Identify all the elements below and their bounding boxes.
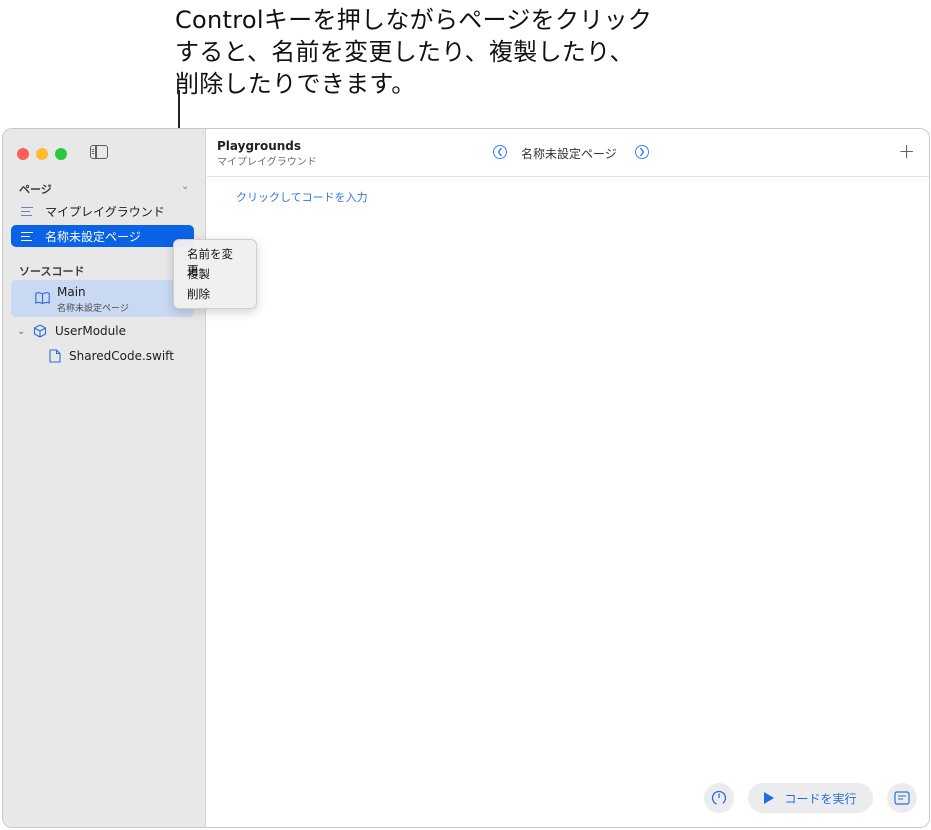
module-label: UserModule [55, 324, 126, 338]
sidebar-item-label: マイプレイグラウンド [45, 204, 165, 219]
cube-icon [33, 324, 47, 338]
app-title: Playgrounds [217, 139, 302, 153]
document-icon [49, 349, 61, 363]
file-label: SharedCode.swift [69, 349, 174, 363]
current-page-name: 名称未設定ページ [521, 147, 617, 161]
minimize-window-button[interactable] [36, 148, 48, 160]
sidebar-item-main[interactable]: Main 名称未設定ページ [11, 280, 194, 317]
chevron-right-circle-icon[interactable]: ❯ [635, 145, 649, 159]
sidebar-toggle-icon[interactable] [90, 145, 108, 159]
close-window-button[interactable] [17, 148, 29, 160]
text-lines-icon [15, 231, 39, 241]
main-item-title: Main [57, 285, 86, 299]
callout-line-3: 削除したりできます。 [175, 70, 416, 98]
chevron-down-icon[interactable]: ⌄ [181, 181, 189, 192]
pages-section-header: ページ [19, 183, 52, 196]
bottom-bar: コードを実行 [207, 767, 929, 827]
source-section-header: ソースコード [19, 265, 85, 278]
sidebar-item-page-untitled[interactable]: 名称未設定ページ [11, 225, 194, 247]
sidebar-item-usermodule[interactable]: ⌄ UserModule [17, 324, 126, 338]
screenshot: Controlキーを押しながらページをクリック すると、名前を変更したり、複製し… [0, 0, 931, 830]
sidebar-item-label: 名称未設定ページ [45, 229, 141, 244]
run-speed-button[interactable] [704, 783, 734, 813]
toolbar: Playgrounds マイプレイグラウンド ❮ 名称未設定ページ ❯ + [207, 129, 929, 177]
callout-line-1: Controlキーを押しながらページをクリック [175, 6, 653, 34]
callout-line-2: すると、名前を変更したり、複製したり、 [175, 38, 634, 66]
console-icon [894, 791, 910, 805]
sidebar-item-sharedcode[interactable]: SharedCode.swift [49, 349, 174, 363]
run-code-button[interactable]: コードを実行 [748, 783, 873, 813]
plus-icon[interactable]: + [898, 139, 915, 163]
playgrounds-window: ページ ⌄ マイプレイグラウンド 名称未設定ページ ソースコード Main 名称… [2, 128, 930, 828]
context-menu-rename[interactable]: 名前を変更 [174, 244, 256, 277]
context-menu-delete[interactable]: 削除 [174, 284, 256, 304]
sidebar-item-page-my-playground[interactable]: マイプレイグラウンド [11, 200, 194, 222]
zoom-window-button[interactable] [55, 148, 67, 160]
chevron-left-circle-icon[interactable]: ❮ [493, 145, 507, 159]
context-menu: 名前を変更 複製 削除 [173, 239, 257, 309]
text-lines-icon [15, 206, 39, 216]
play-icon [764, 792, 775, 804]
playground-subtitle: マイプレイグラウンド [217, 157, 317, 168]
gauge-icon [711, 790, 727, 806]
editor-pane: Playgrounds マイプレイグラウンド ❮ 名称未設定ページ ❯ + クリ… [207, 129, 929, 827]
callout-text: Controlキーを押しながらページをクリック すると、名前を変更したり、複製し… [175, 4, 735, 100]
console-button[interactable] [887, 783, 917, 813]
sidebar: ページ ⌄ マイプレイグラウンド 名称未設定ページ ソースコード Main 名称… [3, 129, 206, 827]
disclosure-chevron-icon[interactable]: ⌄ [17, 326, 33, 337]
run-code-label: コードを実行 [784, 791, 857, 806]
context-menu-duplicate[interactable]: 複製 [174, 264, 256, 284]
main-item-subtitle: 名称未設定ページ [57, 304, 129, 314]
code-editor-placeholder[interactable]: クリックしてコードを入力 [236, 189, 368, 205]
book-icon [35, 292, 50, 304]
